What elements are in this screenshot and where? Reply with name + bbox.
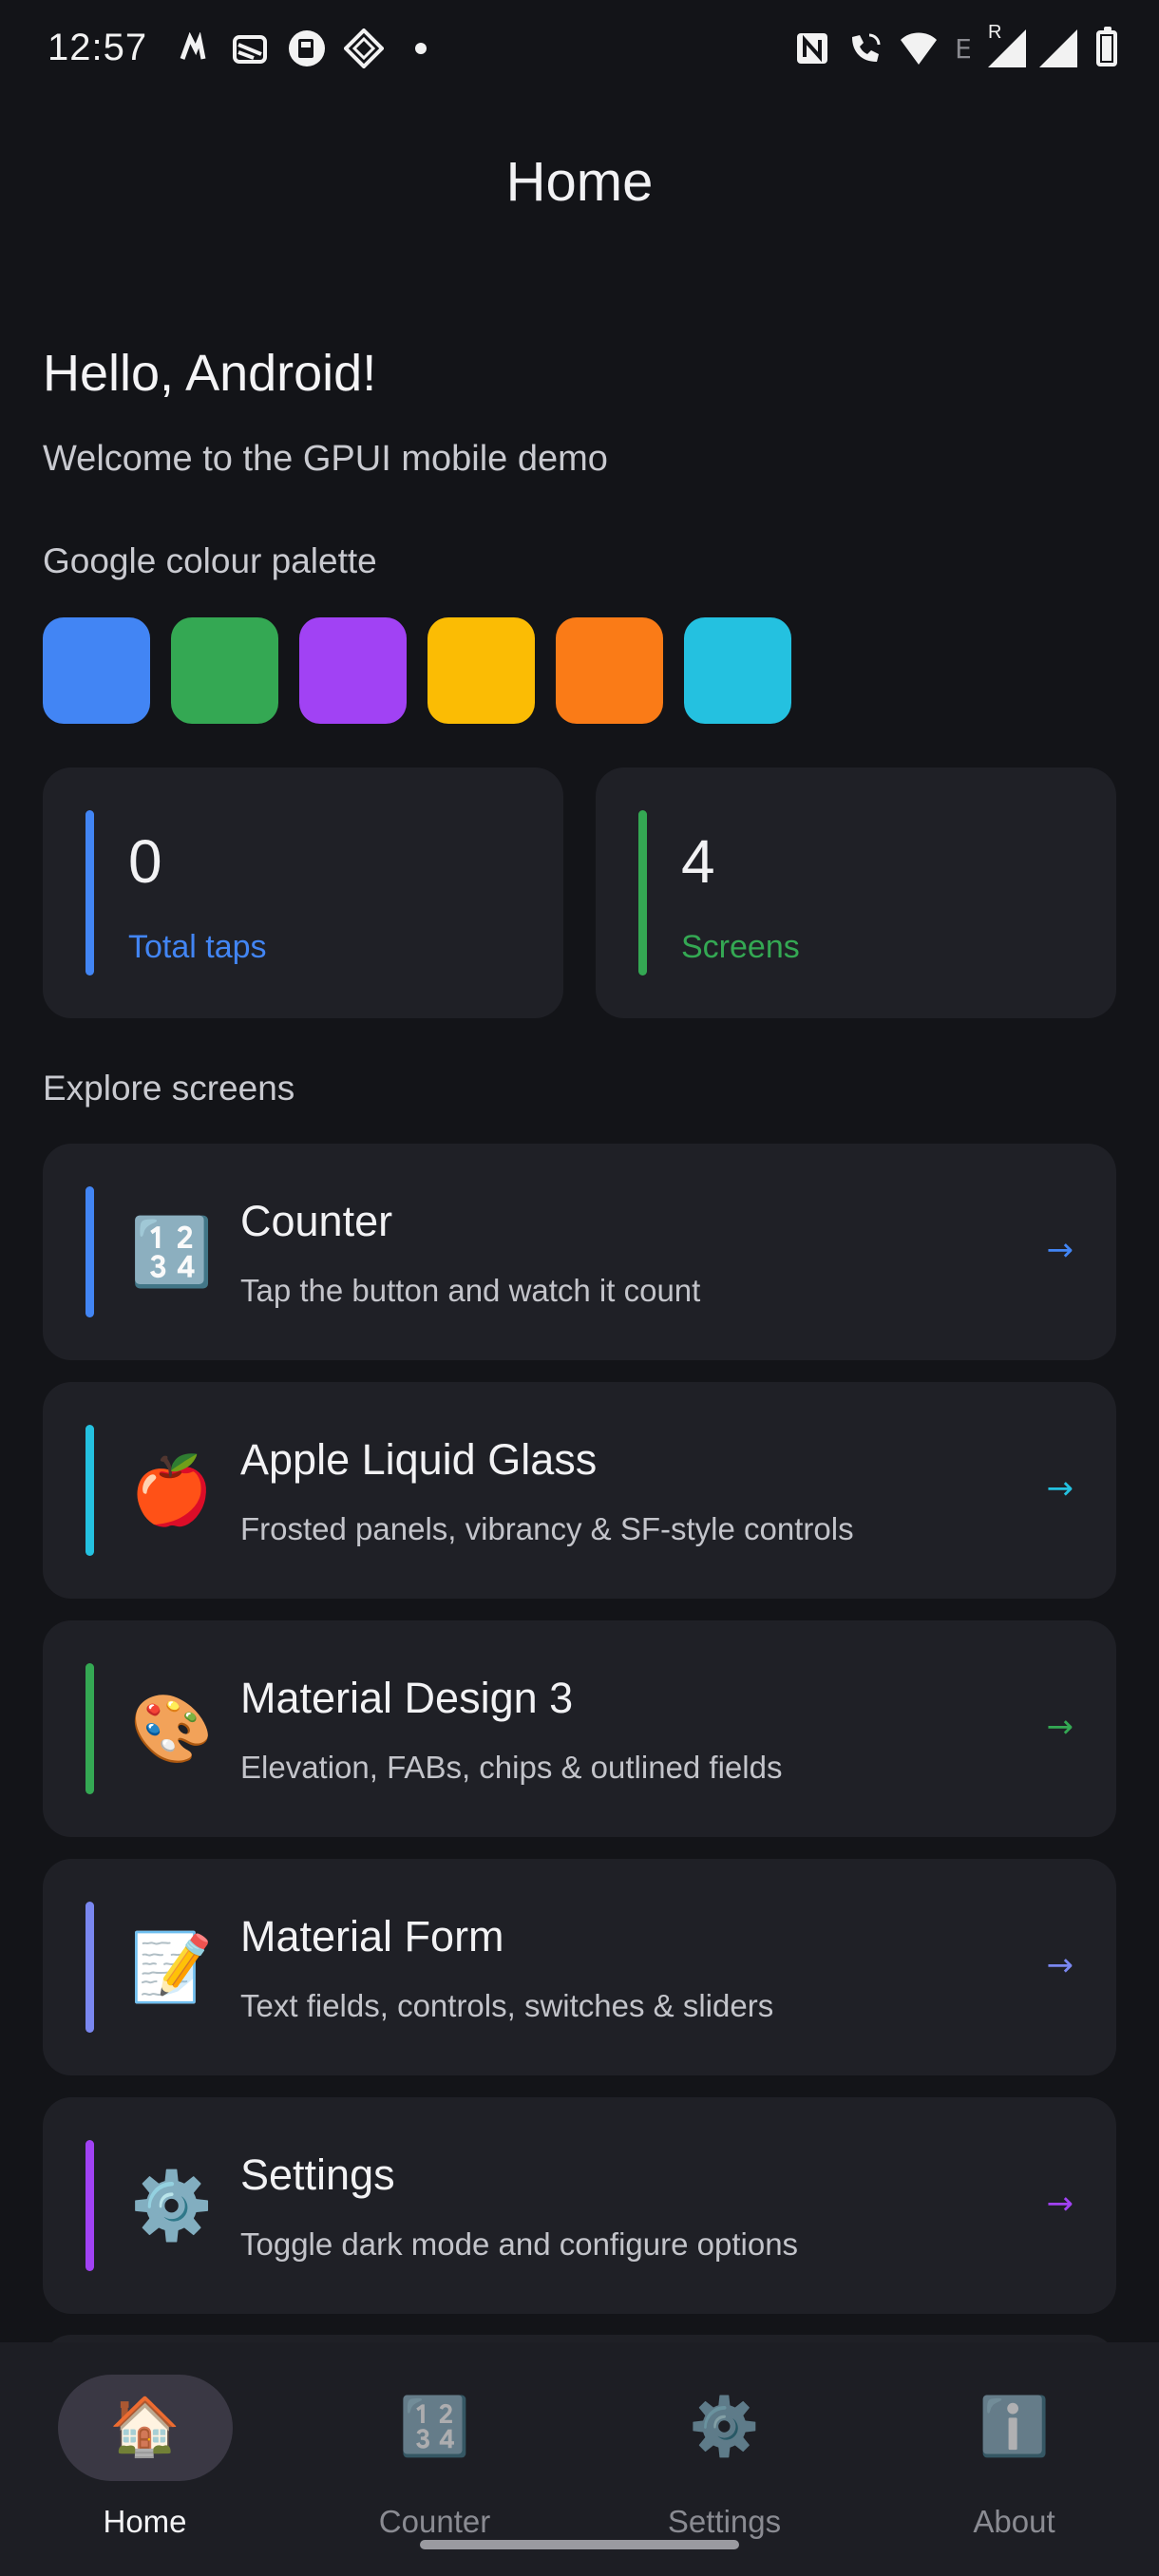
stat-card-screens: 4 Screens [596, 767, 1116, 1018]
home-icon: 🏠 [109, 2394, 180, 2460]
nav-card-title: Material Form [240, 1912, 504, 1960]
palette-icon: 🎨 [130, 1690, 214, 1768]
diamond-grid-icon [344, 28, 384, 68]
tab-about[interactable]: ℹ️ About [869, 2342, 1159, 2576]
nav-card-description: Toggle dark mode and configure options [240, 2226, 799, 2262]
memo-icon: 📝 [130, 1928, 214, 2006]
nav-card-description: Tap the button and watch it count [240, 1273, 701, 1308]
battery-icon [1096, 27, 1117, 66]
nav-accent-bar [86, 2140, 94, 2271]
nav-card-description: Frosted panels, vibrancy & SF-style cont… [240, 1511, 854, 1546]
page-title: Home [505, 151, 654, 213]
coffee-icon [287, 28, 327, 68]
arrow-right-icon: → [1046, 1231, 1074, 1269]
status-left-icons [173, 28, 441, 68]
gear-icon: ⚙️ [130, 2167, 214, 2245]
explore-label: Explore screens [43, 1069, 295, 1108]
nav-accent-bar [86, 1902, 94, 2033]
nav-card-material-design-3[interactable]: 🎨 Material Design 3 Elevation, FABs, chi… [43, 1620, 1116, 1837]
nav-card-title: Settings [240, 2150, 395, 2199]
stat-accent-bar [86, 810, 94, 975]
stat-value: 4 [681, 827, 715, 896]
nav-accent-bar [86, 1425, 94, 1556]
color-swatch-green[interactable] [171, 617, 278, 724]
stat-accent-bar [638, 810, 647, 975]
color-swatch-orange[interactable] [556, 617, 663, 724]
gear-icon: ⚙️ [689, 2394, 760, 2460]
roaming-label: R [988, 22, 1002, 43]
status-bar: 12:57 E R [0, 0, 1159, 99]
nav-card-title: Counter [240, 1197, 393, 1245]
wifi-icon [899, 28, 939, 68]
tab-label: Counter [378, 2504, 491, 2539]
color-swatch-purple[interactable] [299, 617, 407, 724]
nav-card-description: Elevation, FABs, chips & outlined fields [240, 1750, 783, 1785]
signal-icon [1039, 29, 1077, 67]
counter-icon: 🔢 [130, 1213, 214, 1291]
greeting-heading: Hello, Android! [43, 345, 377, 402]
dot-icon [401, 28, 441, 68]
color-swatch-yellow[interactable] [428, 617, 535, 724]
signal-icon: R [988, 22, 1026, 67]
stat-value: 0 [128, 827, 162, 896]
nav-accent-bar [86, 1186, 94, 1317]
nav-card-counter[interactable]: 🔢 Counter Tap the button and watch it co… [43, 1144, 1116, 1360]
nav-accent-bar [86, 1663, 94, 1794]
nav-card-description: Text fields, controls, switches & slider… [240, 1988, 774, 2023]
network-type-label: E [955, 32, 972, 65]
layers-icon [230, 28, 270, 68]
arrow-right-icon: → [1046, 1469, 1074, 1507]
counter-icon: 🔢 [399, 2394, 470, 2460]
status-time: 12:57 [48, 27, 148, 68]
nav-card-apple-liquid-glass[interactable]: 🍎 Apple Liquid Glass Frosted panels, vib… [43, 1382, 1116, 1599]
home-indicator[interactable] [420, 2540, 739, 2549]
nav-card-material-form[interactable]: 📝 Material Form Text fields, controls, s… [43, 1859, 1116, 2075]
arrow-right-icon: → [1046, 1946, 1074, 1984]
nav-card-settings[interactable]: ⚙️ Settings Toggle dark mode and configu… [43, 2097, 1116, 2314]
color-palette [43, 617, 791, 724]
stat-label: Total taps [128, 929, 267, 965]
arrow-right-icon: → [1046, 2185, 1074, 2223]
apple-icon: 🍎 [130, 1451, 214, 1529]
nfc-icon [792, 28, 832, 68]
screen: 12:57 E R Home Hello, Android! Welcome t… [0, 0, 1159, 2576]
nav-card-title: Material Design 3 [240, 1674, 574, 1722]
stat-label: Screens [681, 929, 800, 965]
info-icon: ℹ️ [978, 2394, 1050, 2460]
arrow-right-icon: → [1046, 1708, 1074, 1746]
notification-n-icon [173, 28, 213, 68]
nav-card-title: Apple Liquid Glass [240, 1435, 598, 1484]
color-swatch-blue[interactable] [43, 617, 150, 724]
status-right-icons: E R [792, 22, 1117, 68]
tab-label: Home [103, 2504, 187, 2539]
tab-label: About [973, 2504, 1055, 2539]
tab-home[interactable]: 🏠 Home [0, 2342, 290, 2576]
wifi-calling-icon [846, 28, 885, 68]
palette-label: Google colour palette [43, 541, 377, 580]
color-swatch-cyan[interactable] [684, 617, 791, 724]
stat-card-total-taps: 0 Total taps [43, 767, 563, 1018]
tab-label: Settings [667, 2504, 782, 2539]
greeting-subtitle: Welcome to the GPUI mobile demo [43, 439, 608, 479]
